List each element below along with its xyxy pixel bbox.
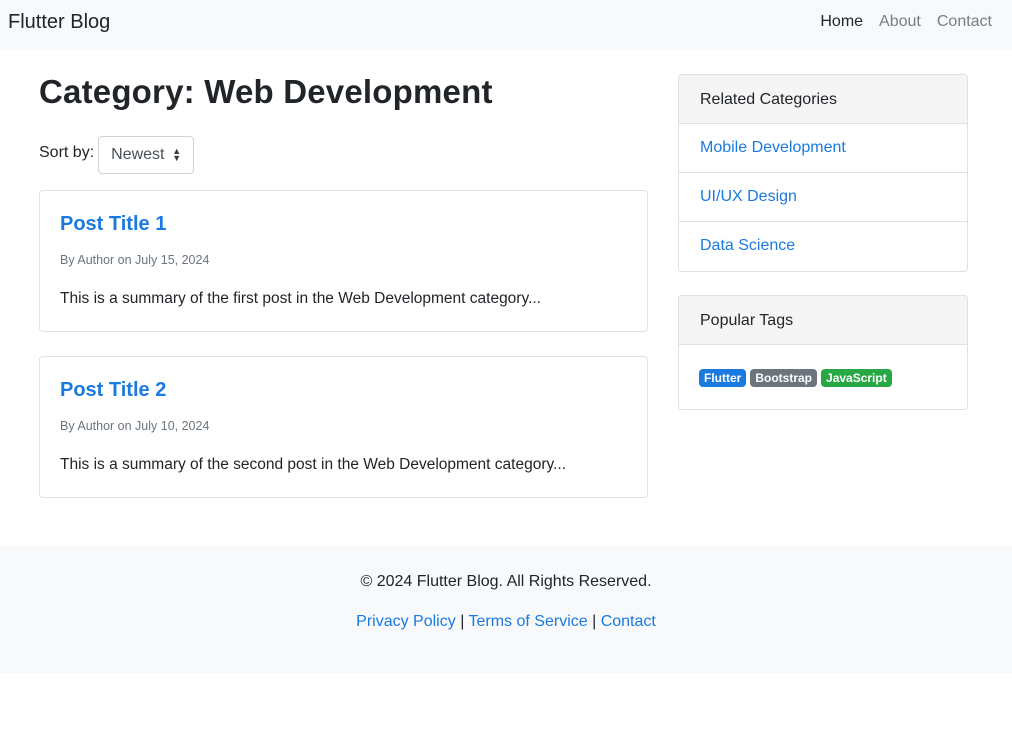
tag-badge-bootstrap[interactable]: Bootstrap [750, 369, 818, 387]
sort-select[interactable]: Newest ▲ ▼ [98, 136, 195, 174]
post-title-link[interactable]: Post Title 2 [60, 379, 166, 402]
category-item: Mobile Development [679, 124, 967, 173]
nav-link-home[interactable]: Home [820, 13, 863, 31]
tag-badge-flutter[interactable]: Flutter [699, 369, 747, 387]
footer-link-privacy-policy[interactable]: Privacy Policy [356, 613, 456, 630]
sort-label: Sort by: [39, 144, 95, 161]
post-meta: By Author on July 10, 2024 [60, 419, 210, 433]
footer-link-contact[interactable]: Contact [601, 613, 656, 630]
post-card: Post Title 2 By Author on July 10, 2024 … [39, 356, 648, 498]
category-link-data-science[interactable]: Data Science [700, 237, 795, 254]
popular-tags-header: Popular Tags [679, 296, 967, 345]
footer-link-terms-of-service[interactable]: Terms of Service [469, 613, 588, 630]
nav-links: Home About Contact [820, 13, 992, 31]
post-meta: By Author on July 15, 2024 [60, 253, 210, 267]
tags-list: Flutter Bootstrap JavaScript [679, 345, 967, 409]
page-title: Category: Web Development [39, 73, 493, 110]
post-title-link[interactable]: Post Title 1 [60, 213, 166, 236]
post-card: Post Title 1 By Author on July 15, 2024 … [39, 190, 648, 332]
footer-copyright: © 2024 Flutter Blog. All Rights Reserved… [360, 573, 652, 590]
category-link-ui-ux-design[interactable]: UI/UX Design [700, 188, 797, 205]
category-item: UI/UX Design [679, 173, 967, 222]
post-summary: This is a summary of the second post in … [60, 456, 566, 473]
tag-badge-javascript[interactable]: JavaScript [821, 369, 892, 387]
nav-link-contact[interactable]: Contact [937, 13, 992, 31]
brand-link[interactable]: Flutter Blog [8, 11, 110, 34]
category-item: Data Science [679, 222, 967, 271]
nav-link-about[interactable]: About [879, 13, 921, 31]
popular-tags-card: Popular Tags Flutter Bootstrap JavaScrip… [678, 295, 968, 410]
post-summary: This is a summary of the first post in t… [60, 290, 541, 307]
sort-control: Sort by: Newest ▲ ▼ [39, 136, 195, 174]
footer: © 2024 Flutter Blog. All Rights Reserved… [0, 546, 1012, 673]
footer-separator: | [460, 613, 465, 630]
footer-links: Privacy Policy | Terms of Service | Cont… [0, 613, 1012, 631]
select-caret-icon: ▲ ▼ [172, 146, 182, 163]
category-link-mobile-development[interactable]: Mobile Development [700, 139, 846, 156]
sort-selected-value: Newest [111, 146, 165, 163]
navbar: Flutter Blog Home About Contact [0, 0, 1012, 50]
footer-separator: | [592, 613, 597, 630]
related-categories-card: Related Categories Mobile Development UI… [678, 74, 968, 272]
related-categories-header: Related Categories [679, 75, 967, 124]
